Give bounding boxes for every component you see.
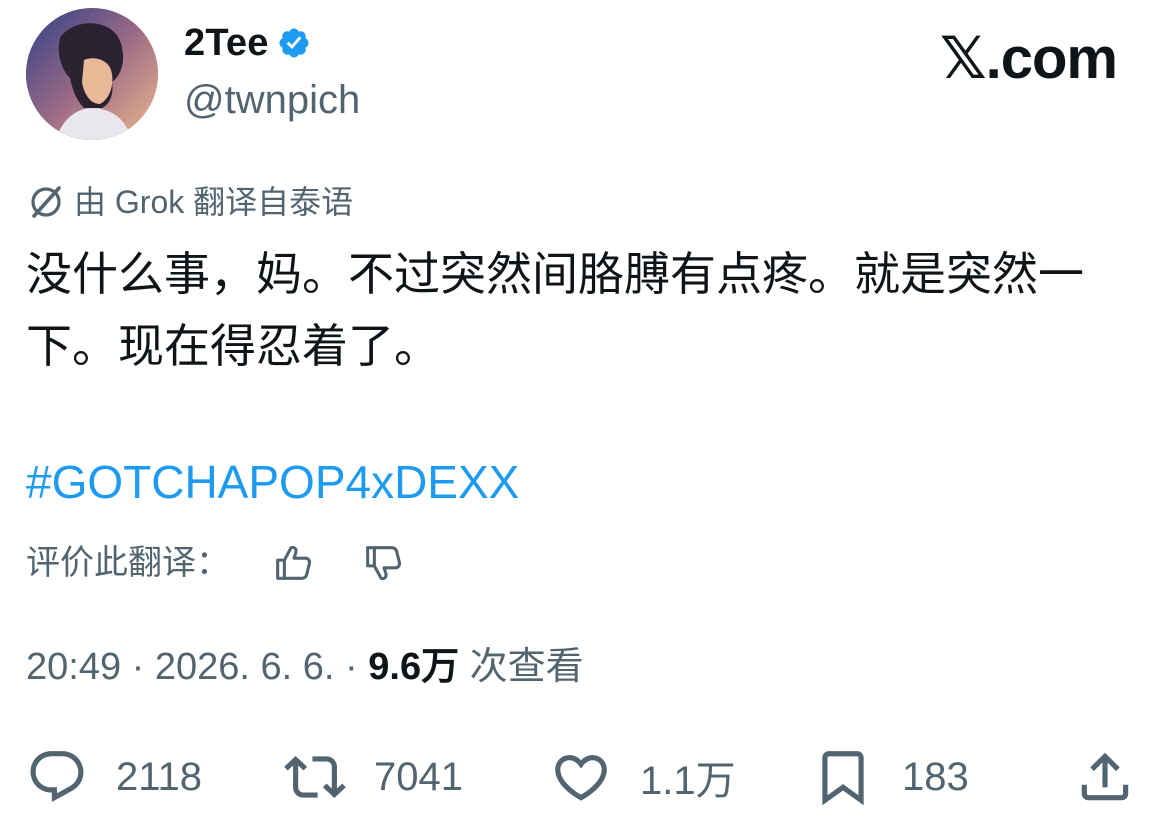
reply-icon <box>30 751 84 803</box>
share-icon <box>1081 752 1129 801</box>
tweet-date[interactable]: 2026. 6. 6. <box>155 646 335 688</box>
tweet-meta: 20:49 · 2026. 6. 6. · 9.6万 次查看 <box>26 648 584 686</box>
like-button[interactable]: 1.1万 <box>550 745 736 809</box>
bookmark-icon <box>822 751 864 806</box>
translation-notice: 由 Grok 翻译自泰语 <box>26 182 353 222</box>
avatar[interactable] <box>26 8 158 140</box>
author-name-row[interactable]: 2Tee <box>184 24 311 62</box>
rate-translation-row: 评价此翻译： <box>26 540 406 586</box>
bookmark-count: 183 <box>902 754 969 799</box>
tweet-actions: 2118 7041 1.1万 183 <box>26 745 1136 809</box>
thumbs-up-icon[interactable] <box>270 540 316 586</box>
reply-count: 2118 <box>116 754 203 799</box>
author-handle[interactable]: @twnpich <box>184 80 360 120</box>
thumbs-down-icon[interactable] <box>360 540 406 586</box>
bookmark-button[interactable]: 183 <box>812 745 969 809</box>
repost-count: 7041 <box>374 754 463 799</box>
views-label: 次查看 <box>469 646 584 688</box>
share-button[interactable] <box>1074 745 1136 809</box>
grok-translate-icon <box>31 186 61 218</box>
heart-icon <box>555 755 607 801</box>
tweet-text: 没什么事，妈。不过突然间胳膊有点疼。就是突然一下。现在得忍着了。 <box>26 248 1084 372</box>
hashtag-link[interactable]: #GOTCHAPOP4xDEXX <box>26 452 519 512</box>
reply-button[interactable]: 2118 <box>26 745 202 809</box>
avatar-image <box>26 8 158 140</box>
translation-label: 由 Grok 翻译自泰语 <box>74 184 354 220</box>
author-display-name[interactable]: 2Tee <box>184 24 269 62</box>
tweet-time[interactable]: 20:49 <box>26 646 121 688</box>
brand-logo: 𝕏.com <box>939 26 1118 91</box>
meta-separator: · <box>334 646 369 688</box>
views-count: 9.6万 <box>368 646 460 688</box>
meta-separator: · <box>121 646 155 688</box>
rate-translation-label: 评价此翻译： <box>26 544 230 582</box>
repost-button[interactable]: 7041 <box>284 745 463 809</box>
repost-icon <box>284 756 346 798</box>
like-count: 1.1万 <box>640 759 736 803</box>
verified-badge-icon <box>277 26 311 60</box>
